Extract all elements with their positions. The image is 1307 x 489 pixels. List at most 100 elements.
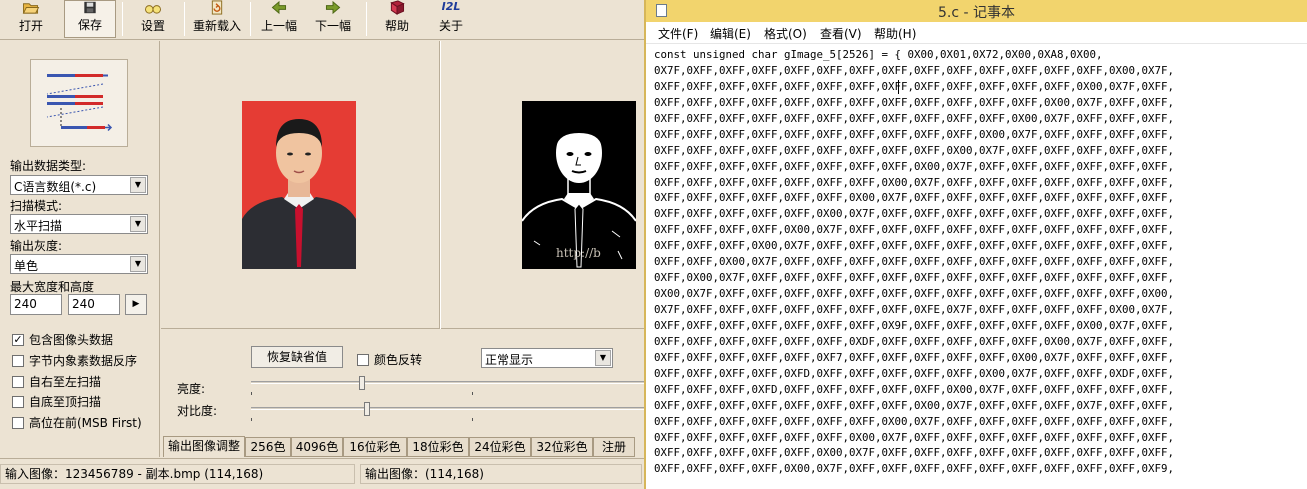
output-type-select[interactable]: C语言数组(*.c) ▼ [10,175,148,195]
text-line: 0XFF,0XFF,0XFF,0XFF,0XFD,0XFF,0XFF,0XFF,… [654,366,1175,380]
text-line: 0XFF,0XFF,0XFF,0XFF,0XFF,0XFF,0XFF,0XFF,… [654,143,1175,157]
scan-direction-icon [46,74,113,132]
checkbox-bottom-to-top[interactable] [12,395,24,408]
help-label: 帮助 [384,19,409,33]
display-mode-select[interactable]: 正常显示 ▼ [481,348,613,368]
chevron-down-icon[interactable]: ▼ [130,216,146,232]
option-right-to-left-label: 自右至左扫描 [29,375,102,389]
image-preview-area: http://b [161,41,644,329]
option-include-header[interactable]: ✓ 包含图像头数据 [12,331,113,348]
text-line: 0XFF,0XFF,0XFF,0X00,0X7F,0XFF,0XFF,0XFF,… [654,239,1175,253]
tab-output-adjust[interactable]: 输出图像调整 [163,436,245,457]
output-monochrome-image [522,101,636,269]
previous-image-button[interactable]: 上一幅 [256,0,302,38]
option-msb-first[interactable]: 高位在前(MSB First) [12,414,142,431]
input-image-status: 输入图像：123456789 - 副本.bmp (114,168) [0,464,355,484]
input-image-preview [242,101,356,269]
tab-16bit-color[interactable]: 16位彩色 [343,437,407,457]
output-image-status: 输出图像：(114,168) [360,464,642,484]
text-line: 0XFF,0XFF,0XFF,0XFF,0XFF,0XFF,0XFF,0XFF,… [654,398,1175,412]
tab-256-color[interactable]: 256色 [245,437,291,457]
notepad-titlebar: 5.c - 记事本 [646,0,1307,22]
watermark-text: http://b [556,246,601,260]
reload-icon [211,0,223,15]
about-label: 关于 [438,19,463,33]
contrast-slider-thumb[interactable] [363,402,370,416]
max-width-input[interactable]: 240 [10,294,62,315]
save-button[interactable]: 保存 [64,0,116,38]
scan-mode-select[interactable]: 水平扫描 ▼ [10,214,148,234]
scan-mode-label: 扫描模式: [10,199,63,213]
max-height-input[interactable]: 240 [68,294,120,315]
status-bar: 输入图像：123456789 - 副本.bmp (114,168) 输出图像：(… [0,458,644,489]
chevron-down-icon[interactable]: ▼ [130,177,146,193]
checkbox-reverse-pixels[interactable] [12,354,24,367]
reload-button[interactable]: 重新载入 [190,0,244,38]
about-button[interactable]: I2L 关于 [428,0,474,38]
gray-level-label: 输出灰度: [10,239,63,253]
glasses-icon [145,5,161,14]
invert-color-label: 颜色反转 [374,353,423,367]
text-line: 0XFF,0XFF,0XFF,0XFF,0XFF,0XFF,0XFF,0X9F,… [654,318,1175,332]
about-icon: I2L [441,0,461,13]
text-line: 0XFF,0XFF,0XFF,0XFF,0XFF,0X00,0X7F,0XFF,… [654,207,1175,221]
checkbox-include-header[interactable]: ✓ [12,333,24,346]
max-size-label: 最大宽度和高度 [10,280,95,294]
toolbar-separator [250,2,251,36]
text-line: 0X7F,0XFF,0XFF,0XFF,0XFF,0XFF,0XFF,0XFF,… [654,303,1175,316]
notepad-text-area[interactable]: const unsigned char gImage_5[2526] = { 0… [654,47,1304,489]
option-reverse-pixels[interactable]: 字节内象素数据反序 [12,352,137,369]
help-book-icon [390,0,405,15]
folder-open-icon [22,3,40,14]
option-right-to-left[interactable]: 自右至左扫描 [12,373,101,390]
toolbar-separator [366,2,367,36]
output-image-preview [522,101,636,269]
tab-24bit-color[interactable]: 24位彩色 [469,437,531,457]
scan-mode-value: 水平扫描 [14,219,63,233]
menu-view[interactable]: 查看(V) [820,25,862,42]
chevron-down-icon[interactable]: ▼ [130,256,146,272]
option-bottom-to-top-label: 自底至顶扫描 [29,395,102,409]
gray-level-value: 单色 [14,259,39,273]
checkbox-msb-first[interactable] [12,416,24,429]
text-line: 0XFF,0XFF,0XFF,0XFF,0XFF,0XFF,0XFF,0XFF,… [654,79,1175,93]
text-line: 0XFF,0XFF,0XFF,0XFF,0XFF,0X00,0X7F,0XFF,… [654,446,1175,460]
contrast-slider[interactable] [251,407,644,410]
open-button[interactable]: 打开 [8,0,54,38]
tab-32bit-color[interactable]: 32位彩色 [531,437,593,457]
text-line: 0XFF,0XFF,0XFF,0XFF,0XFF,0XF7,0XFF,0XFF,… [654,350,1175,364]
options-panel: 输出数据类型: C语言数组(*.c) ▼ 扫描模式: 水平扫描 ▼ 输出灰度: … [0,41,160,457]
apply-size-button[interactable]: ▶ [125,294,147,315]
brightness-slider-thumb[interactable] [359,376,366,390]
invert-color-option[interactable]: 颜色反转 [357,351,422,368]
tab-register[interactable]: 注册 [593,437,635,457]
notepad-menu-bar: 文件(F) 编辑(E) 格式(O) 查看(V) 帮助(H) [646,22,1307,44]
help-button[interactable]: 帮助 [374,0,420,38]
text-line: 0XFF,0XFF,0XFF,0XFF,0XFF,0XFF,0XDF,0XFF,… [654,334,1175,348]
output-adjust-panel: 恢复缺省值 颜色反转 正常显示 ▼ 亮度: 对比度: 输出图像调整 256色 4… [161,330,644,457]
gray-level-select[interactable]: 单色 ▼ [10,254,148,274]
option-include-header-label: 包含图像头数据 [29,333,114,347]
restore-defaults-button[interactable]: 恢复缺省值 [251,346,343,368]
brightness-slider[interactable] [251,381,644,384]
menu-help[interactable]: 帮助(H) [874,25,916,42]
checkbox-right-to-left[interactable] [12,375,24,388]
option-bottom-to-top[interactable]: 自底至顶扫描 [12,393,101,410]
text-line: 0XFF,0XFF,0XFF,0XFF,0XFF,0XFF,0XFF,0XFF,… [654,95,1175,109]
menu-edit[interactable]: 编辑(E) [710,25,751,42]
menu-format[interactable]: 格式(O) [764,25,807,42]
text-line: 0XFF,0XFF,0XFF,0XFF,0XFF,0XFF,0XFF,0X00,… [654,414,1175,428]
notepad-window: 5.c - 记事本 文件(F) 编辑(E) 格式(O) 查看(V) 帮助(H) … [644,0,1307,489]
next-image-button[interactable]: 下一幅 [310,0,356,38]
text-line: 0XFF,0XFF,0XFF,0XFF,0XFF,0XFF,0XFF,0XFF,… [654,127,1175,141]
arrow-left-icon [271,0,287,15]
tab-4096-color[interactable]: 4096色 [291,437,343,457]
previous-image-label: 上一幅 [260,19,297,33]
slider-tick [251,392,252,395]
tab-18bit-color[interactable]: 18位彩色 [407,437,469,457]
text-caret [898,80,899,94]
chevron-down-icon[interactable]: ▼ [595,350,611,366]
checkbox-invert-color[interactable] [357,353,369,366]
settings-button[interactable]: 设置 [130,0,176,38]
menu-file[interactable]: 文件(F) [658,25,698,42]
